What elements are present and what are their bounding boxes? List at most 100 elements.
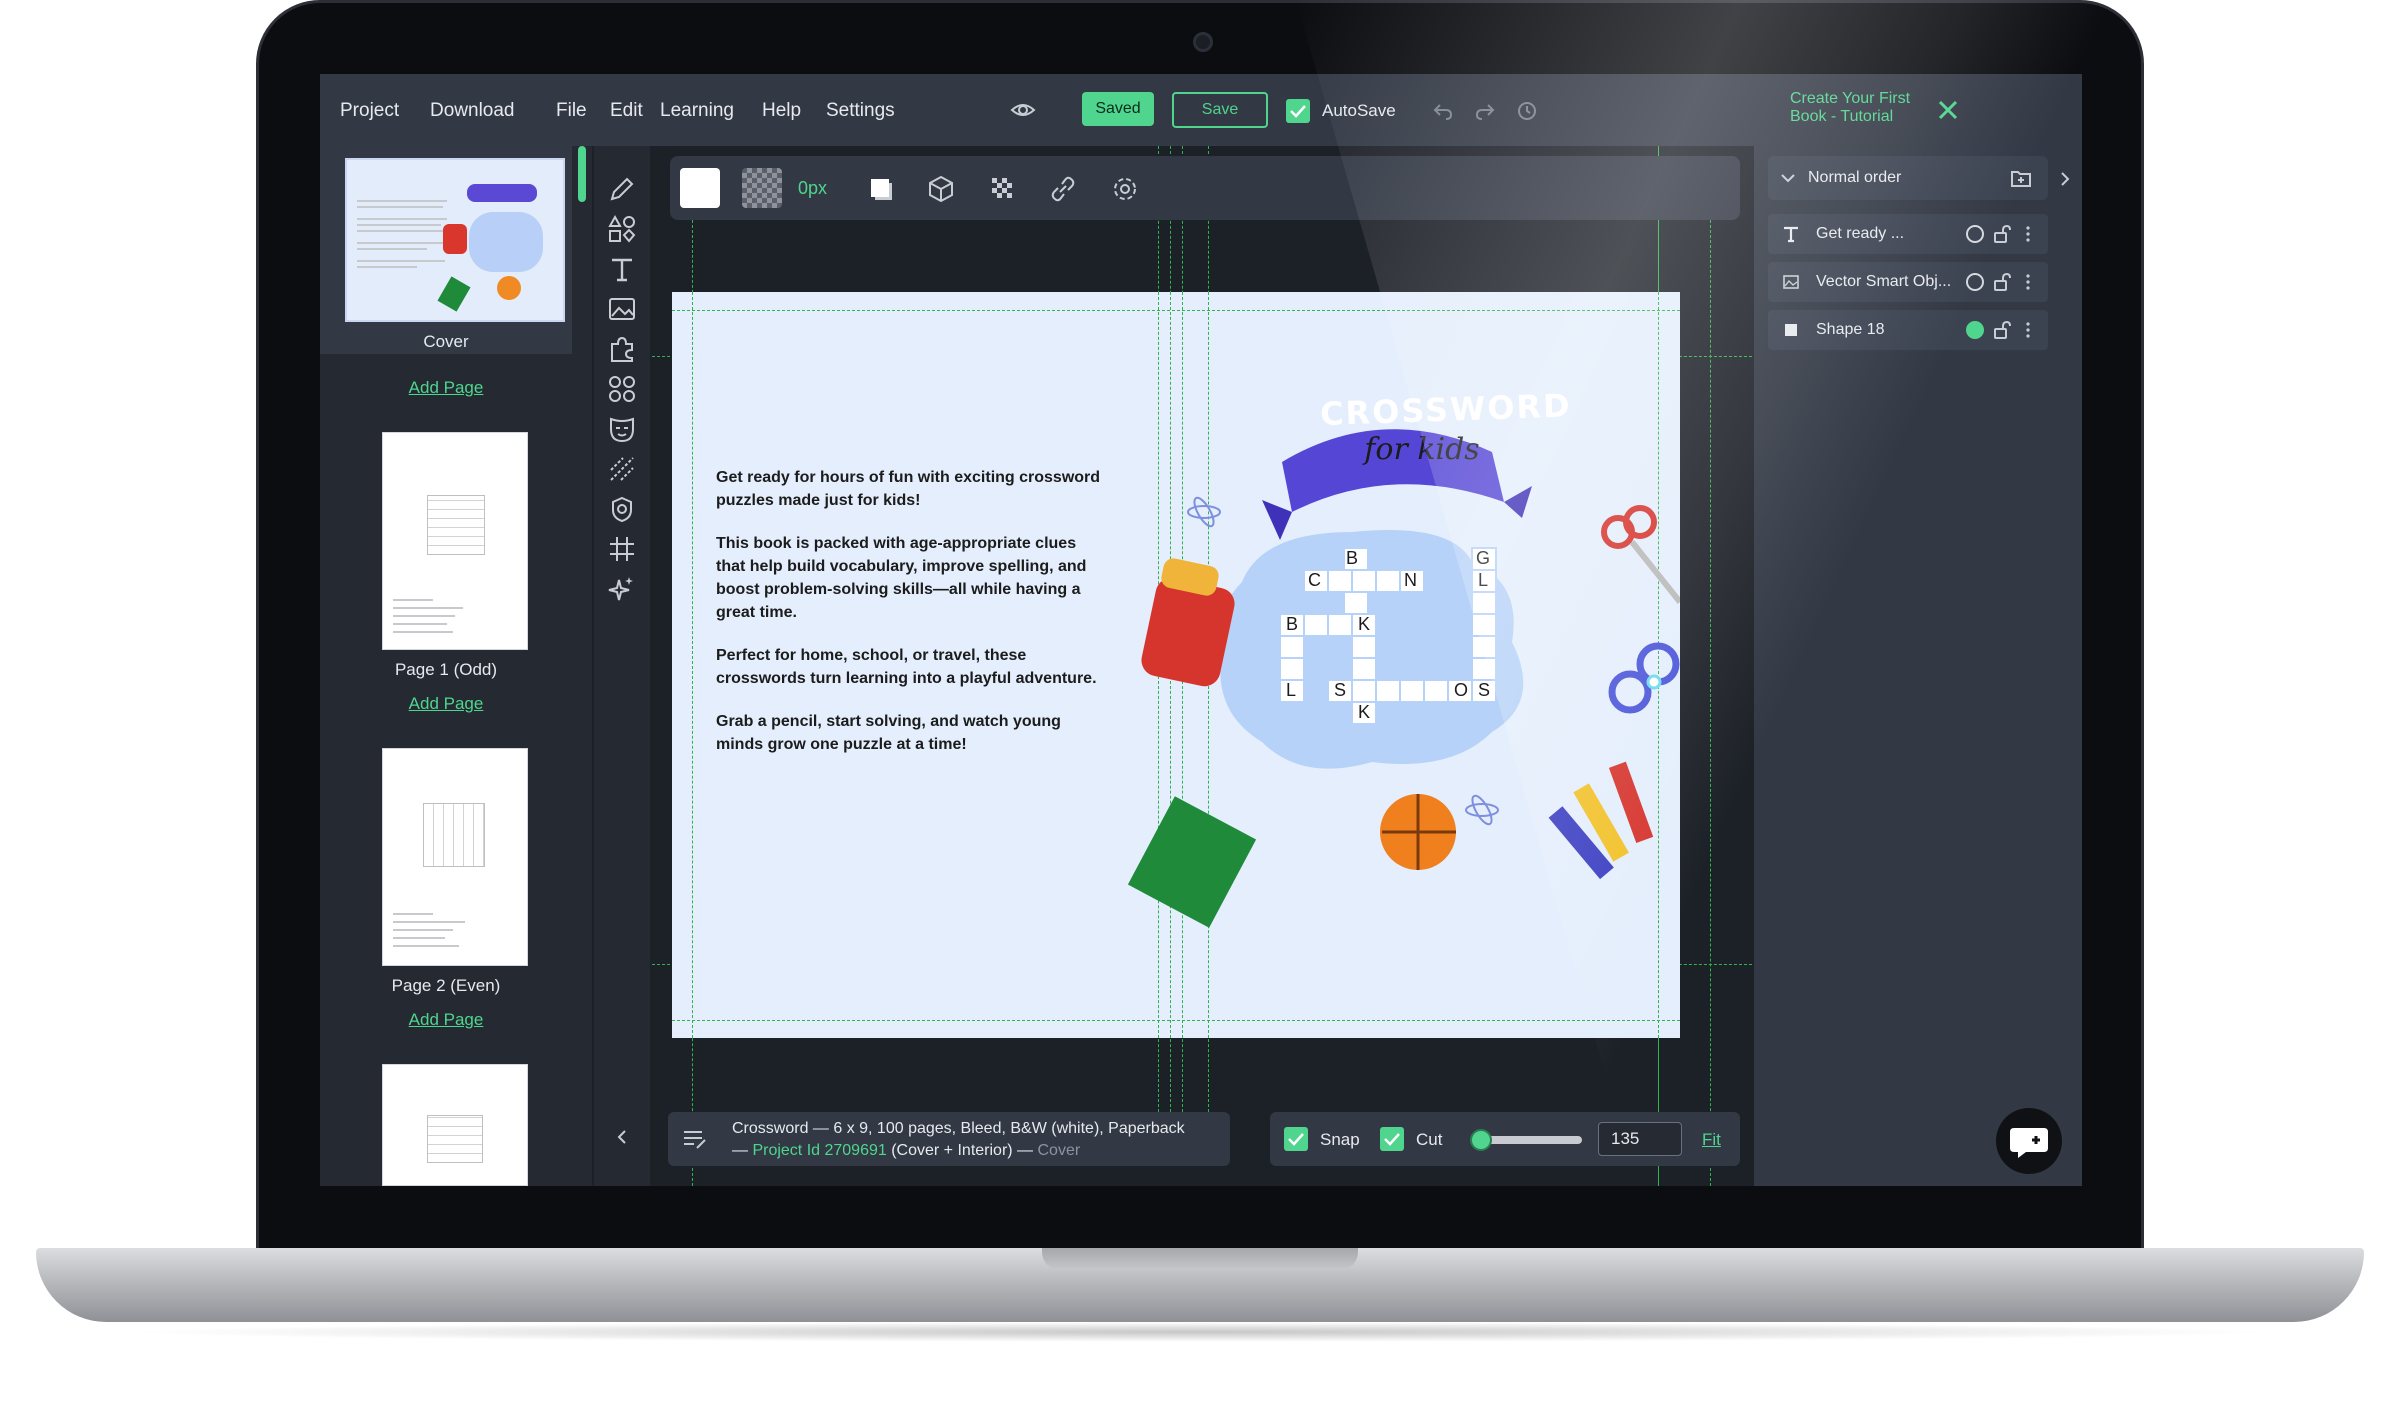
- layer-row[interactable]: Vector Smart Obj...: [1768, 262, 2048, 302]
- crossword-cover-illustration[interactable]: [1112, 382, 1680, 982]
- guide-line: [1710, 220, 1711, 1186]
- layer-order-label: Normal order: [1808, 169, 1902, 186]
- menu-settings[interactable]: Settings: [826, 100, 895, 122]
- grid-letter: B: [1286, 614, 1299, 634]
- pattern-lines-icon[interactable]: [607, 454, 637, 484]
- zoom-input[interactable]: 135: [1598, 1122, 1682, 1156]
- bleed-guide: [672, 310, 1680, 311]
- book-cover-page[interactable]: Get ready for hours of fun with exciting…: [672, 292, 1680, 1038]
- page-thumbnail-page-1[interactable]: [382, 432, 528, 650]
- cover-thumbnail-image: [345, 158, 565, 322]
- page-label-page-2: Page 2 (Even): [391, 976, 501, 995]
- fit-zoom-link[interactable]: Fit: [1702, 1130, 1721, 1150]
- grid-hash-icon[interactable]: [607, 534, 637, 564]
- app-screen: Project Download File Edit Learning Help…: [320, 74, 2082, 1186]
- more-vertical-icon[interactable]: [2024, 272, 2032, 292]
- tools-column: [594, 146, 650, 1186]
- laptop-notch: [1042, 1248, 1358, 1270]
- page-thumbnail-page-2[interactable]: [382, 748, 528, 966]
- add-page-link[interactable]: Add Page: [320, 378, 572, 398]
- visibility-toggle-icon[interactable]: [1966, 321, 1984, 339]
- support-chat-button[interactable]: [1996, 1108, 2062, 1174]
- shapes-icon[interactable]: [607, 214, 637, 244]
- chevron-right-icon[interactable]: [2058, 170, 2072, 188]
- snap-label: Snap: [1320, 1130, 1360, 1149]
- mask-icon[interactable]: [607, 414, 637, 444]
- grid-letter: S: [1334, 680, 1347, 700]
- grid-letter: C: [1308, 570, 1321, 590]
- checkmark-icon: [1288, 1133, 1304, 1146]
- pages-scrollbar[interactable]: [578, 146, 586, 202]
- page-thumbnail-page-3[interactable]: [382, 1064, 528, 1186]
- menu-file[interactable]: File: [556, 100, 587, 122]
- canvas-area: Get ready for hours of fun with exciting…: [652, 146, 1752, 1186]
- back-cover-paragraph-3[interactable]: Perfect for home, school, or travel, the…: [716, 644, 1106, 690]
- add-page-link[interactable]: Add Page: [320, 1010, 572, 1030]
- text-tool-icon[interactable]: [607, 254, 637, 284]
- zoom-slider[interactable]: [1469, 1129, 1582, 1151]
- redo-icon[interactable]: [1474, 100, 1496, 122]
- more-vertical-icon[interactable]: [2024, 320, 2032, 340]
- back-cover-paragraph-2[interactable]: This book is packed with age-appropriate…: [716, 532, 1106, 624]
- 3d-box-icon[interactable]: [926, 174, 956, 204]
- add-page-link[interactable]: Add Page: [320, 694, 572, 714]
- fill-color-button[interactable]: [680, 168, 720, 208]
- chevron-left-icon[interactable]: [611, 1126, 633, 1148]
- link-icon[interactable]: [1048, 174, 1078, 204]
- layers-panel: Normal order Get ready ... Vector Smart …: [1754, 146, 2082, 1186]
- layer-row[interactable]: Shape 18: [1768, 310, 2048, 350]
- border-color-button[interactable]: [742, 168, 782, 208]
- bleed-guide: [672, 1020, 1680, 1021]
- autosave-checkbox[interactable]: [1286, 99, 1310, 123]
- grid-letter: K: [1358, 702, 1371, 722]
- zoom-slider-handle[interactable]: [1469, 1129, 1492, 1151]
- chat-bubble-icon: [2010, 1128, 2048, 1158]
- checkmark-icon: [1384, 1133, 1400, 1146]
- layer-order-dropdown[interactable]: Normal order: [1768, 156, 2048, 200]
- back-cover-paragraph-1[interactable]: Get ready for hours of fun with exciting…: [716, 466, 1106, 512]
- visibility-toggle-icon[interactable]: [1966, 273, 1984, 291]
- history-clock-icon[interactable]: [1516, 100, 1538, 122]
- unlock-icon[interactable]: [1992, 272, 2012, 292]
- bleed-guide: [692, 292, 693, 1038]
- close-icon[interactable]: [1934, 96, 1962, 124]
- menu-project[interactable]: Project: [340, 100, 399, 122]
- preview-eye-icon[interactable]: [1010, 98, 1036, 122]
- menu-edit[interactable]: Edit: [610, 100, 643, 122]
- image-tool-icon[interactable]: [607, 294, 637, 324]
- badge-icon[interactable]: [607, 494, 637, 524]
- ai-sparkle-icon[interactable]: [607, 574, 637, 604]
- page-thumbnail-cover[interactable]: Cover: [320, 146, 572, 354]
- border-width-value[interactable]: 0px: [798, 178, 827, 199]
- more-vertical-icon[interactable]: [2024, 224, 2032, 244]
- shadow-icon[interactable]: [866, 174, 896, 204]
- back-cover-paragraph-4[interactable]: Grab a pencil, start solving, and watch …: [716, 710, 1106, 756]
- puzzle-icon[interactable]: [607, 334, 637, 364]
- add-folder-icon[interactable]: [2010, 168, 2032, 188]
- undo-icon[interactable]: [1432, 100, 1454, 122]
- saved-status-button[interactable]: Saved: [1082, 92, 1154, 126]
- cut-checkbox[interactable]: [1380, 1127, 1404, 1151]
- notes-list-icon[interactable]: [682, 1128, 708, 1150]
- cut-label: Cut: [1416, 1130, 1443, 1149]
- snap-checkbox[interactable]: [1284, 1127, 1308, 1151]
- transparency-icon[interactable]: [988, 174, 1018, 204]
- unlock-icon[interactable]: [1992, 224, 2012, 244]
- layer-name: Vector Smart Obj...: [1816, 273, 1952, 290]
- gear-icon[interactable]: [1110, 174, 1140, 204]
- tutorial-link[interactable]: Create Your First Book - Tutorial: [1790, 90, 1940, 126]
- menu-download[interactable]: Download: [430, 100, 515, 122]
- tutorial-line-1: Create Your First: [1790, 90, 1911, 107]
- menu-learning[interactable]: Learning: [660, 100, 734, 122]
- apps-grid-icon[interactable]: [607, 374, 637, 404]
- pencil-draw-icon[interactable]: [607, 174, 637, 204]
- chevron-down-icon: [1781, 174, 1795, 183]
- project-id-link[interactable]: Project Id 2709691: [752, 1142, 886, 1159]
- visibility-toggle-icon[interactable]: [1966, 225, 1984, 243]
- save-button[interactable]: Save: [1172, 92, 1268, 128]
- banner-subtitle: for kids: [1364, 432, 1480, 467]
- layer-row[interactable]: Get ready ...: [1768, 214, 2048, 254]
- laptop-shadow: [120, 1322, 2280, 1342]
- menu-help[interactable]: Help: [762, 100, 801, 122]
- unlock-icon[interactable]: [1992, 320, 2012, 340]
